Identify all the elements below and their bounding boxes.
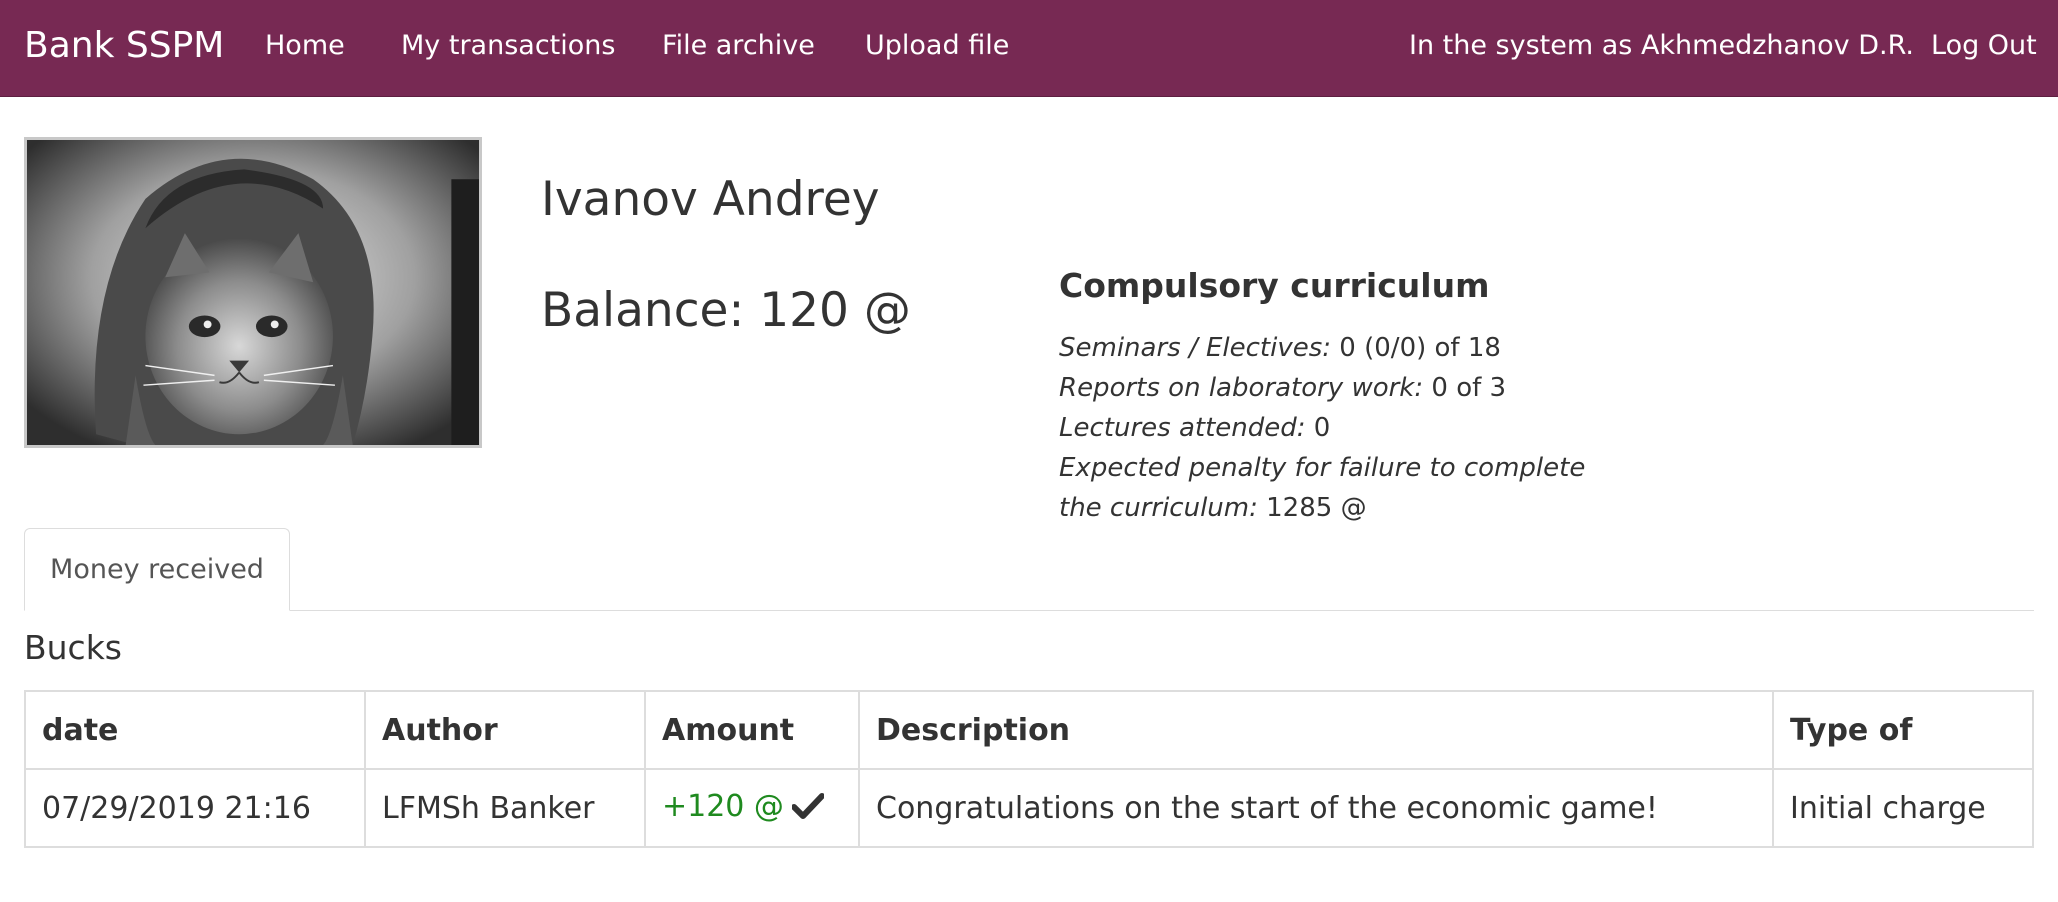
nav-home[interactable]: Home: [265, 0, 345, 97]
current-user-link[interactable]: In the system as Akhmedzhanov D.R.: [1409, 0, 1914, 97]
lectures-label: Lectures attended:: [1059, 413, 1306, 443]
profile-avatar: [24, 137, 482, 448]
header-author: Author: [364, 690, 646, 770]
penalty-value: 1285 @: [1257, 493, 1367, 523]
cell-type: Initial charge: [1772, 768, 2034, 848]
top-navbar: Bank SSPM Home My transactions File arch…: [0, 0, 2058, 97]
balance-display: Balance: 120 @: [541, 283, 911, 338]
tab-money-received[interactable]: Money received: [24, 528, 290, 611]
nav-upload-file[interactable]: Upload file: [865, 0, 1009, 97]
reports-value: 0 of 3: [1423, 373, 1507, 403]
cell-amount: +120 @: [644, 768, 860, 848]
seminars-value: 0 (0/0) of 18: [1331, 333, 1501, 363]
header-description: Description: [858, 690, 1774, 770]
logout-link[interactable]: Log Out: [1931, 0, 2037, 97]
curriculum-penalty: Expected penalty for failure to complete…: [1059, 448, 1619, 528]
seminars-label: Seminars / Electives:: [1059, 333, 1332, 363]
amount-value: +120 @: [662, 788, 784, 824]
curriculum-lectures: Lectures attended: 0: [1059, 408, 1619, 448]
header-type: Type of: [1772, 690, 2034, 770]
cell-author: LFMSh Banker: [364, 768, 646, 848]
tabs-divider: [24, 610, 2034, 611]
curriculum-title: Compulsory curriculum: [1059, 266, 1490, 305]
section-title-bucks: Bucks: [24, 628, 123, 667]
nav-my-transactions[interactable]: My transactions: [401, 0, 615, 97]
curriculum-details: Seminars / Electives: 0 (0/0) of 18 Repo…: [1059, 328, 1619, 528]
curriculum-seminars: Seminars / Electives: 0 (0/0) of 18: [1059, 328, 1619, 368]
table-header-row: date Author Amount Description Type of: [24, 690, 2034, 770]
check-icon: [790, 792, 825, 828]
lectures-value: 0: [1305, 413, 1331, 443]
student-name: Ivanov Andrey: [541, 172, 880, 227]
cell-description: Congratulations on the start of the econ…: [858, 768, 1774, 848]
reports-label: Reports on laboratory work:: [1059, 373, 1424, 403]
header-date: date: [24, 690, 366, 770]
cell-date: 07/29/2019 21:16: [24, 768, 366, 848]
nav-file-archive[interactable]: File archive: [662, 0, 815, 97]
brand-link[interactable]: Bank SSPM: [24, 0, 224, 97]
transactions-table: date Author Amount Description Type of 0…: [24, 690, 2034, 848]
curriculum-reports: Reports on laboratory work: 0 of 3: [1059, 368, 1619, 408]
header-amount: Amount: [644, 690, 860, 770]
cat-in-hood-photo-icon: [27, 140, 479, 445]
table-row: 07/29/2019 21:16 LFMSh Banker +120 @ Con…: [24, 768, 2034, 848]
